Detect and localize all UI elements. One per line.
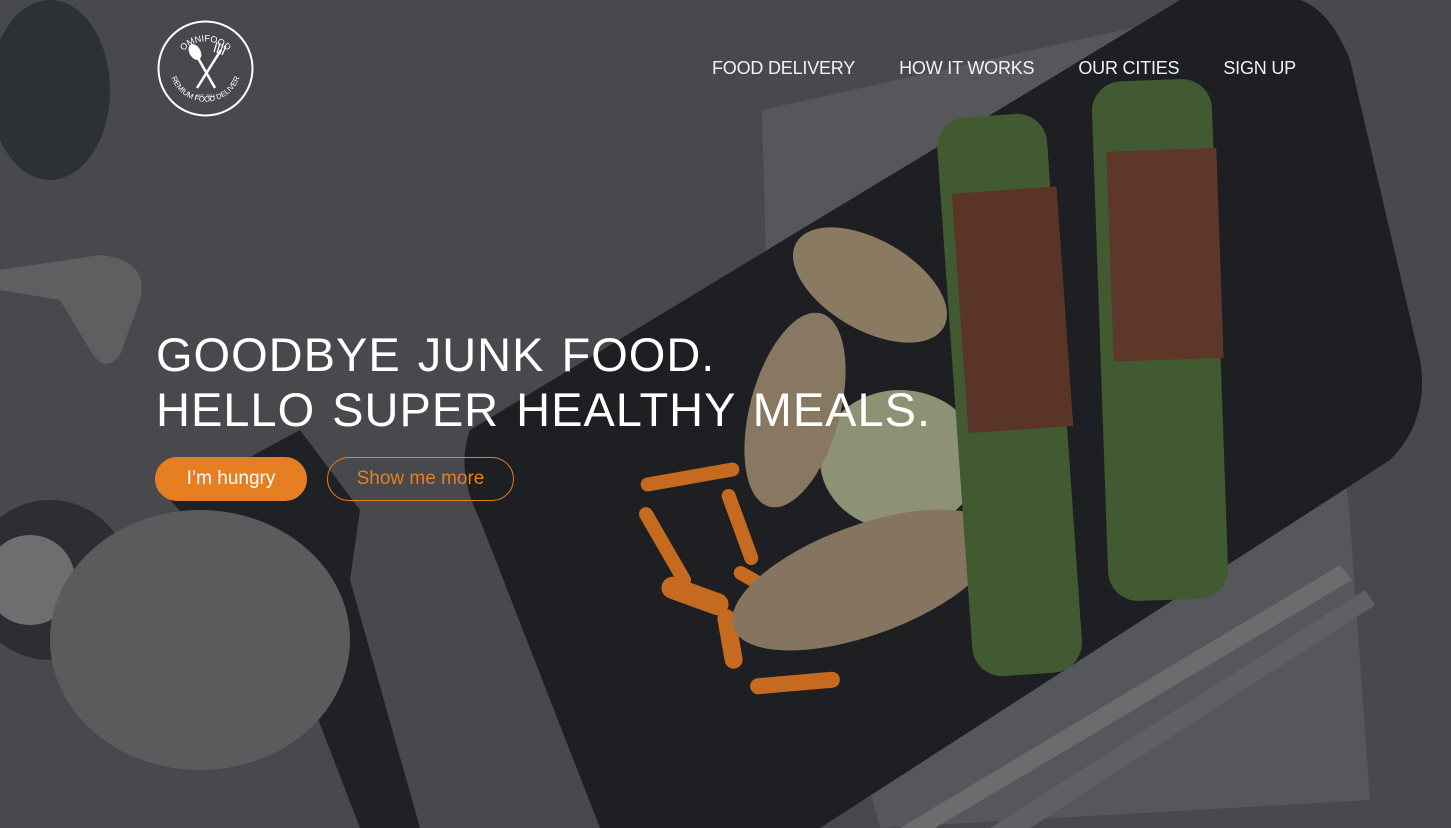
headline-line-2: HELLO SUPER HEALTHY MEALS. (156, 383, 932, 436)
im-hungry-button[interactable]: I’m hungry (155, 457, 307, 501)
logo-link[interactable]: OMNIFOOD PREMIUM FOOD DELIVERY EST. 2014 (154, 13, 254, 117)
site-header: OMNIFOOD PREMIUM FOOD DELIVERY EST. 2014… (0, 0, 1451, 130)
svg-text:OMNIFOOD: OMNIFOOD (178, 33, 233, 53)
nav-how-it-works[interactable]: HOW IT WORKS (899, 56, 1034, 80)
nav-sign-up[interactable]: SIGN UP (1223, 56, 1296, 80)
logo-est: EST. 2014 (196, 93, 215, 98)
logo-brand-name: OMNIFOOD (178, 33, 233, 53)
show-me-more-button[interactable]: Show me more (327, 457, 514, 501)
omnifood-logo: OMNIFOOD PREMIUM FOOD DELIVERY EST. 2014 (154, 13, 254, 117)
hero-headline: GOODBYE JUNK FOOD. HELLO SUPER HEALTHY M… (156, 327, 931, 437)
spoon-fork-crossed-icon (188, 41, 227, 89)
nav-food-delivery[interactable]: FOOD DELIVERY (712, 56, 855, 80)
hero-text-box: GOODBYE JUNK FOOD. HELLO SUPER HEALTHY M… (156, 327, 931, 437)
hero-buttons: I’m hungry Show me more (155, 457, 514, 501)
main-nav: FOOD DELIVERY HOW IT WORKS OUR CITIES SI… (668, 56, 1296, 80)
headline-line-1: GOODBYE JUNK FOOD. (156, 328, 716, 381)
nav-our-cities[interactable]: OUR CITIES (1078, 56, 1179, 80)
